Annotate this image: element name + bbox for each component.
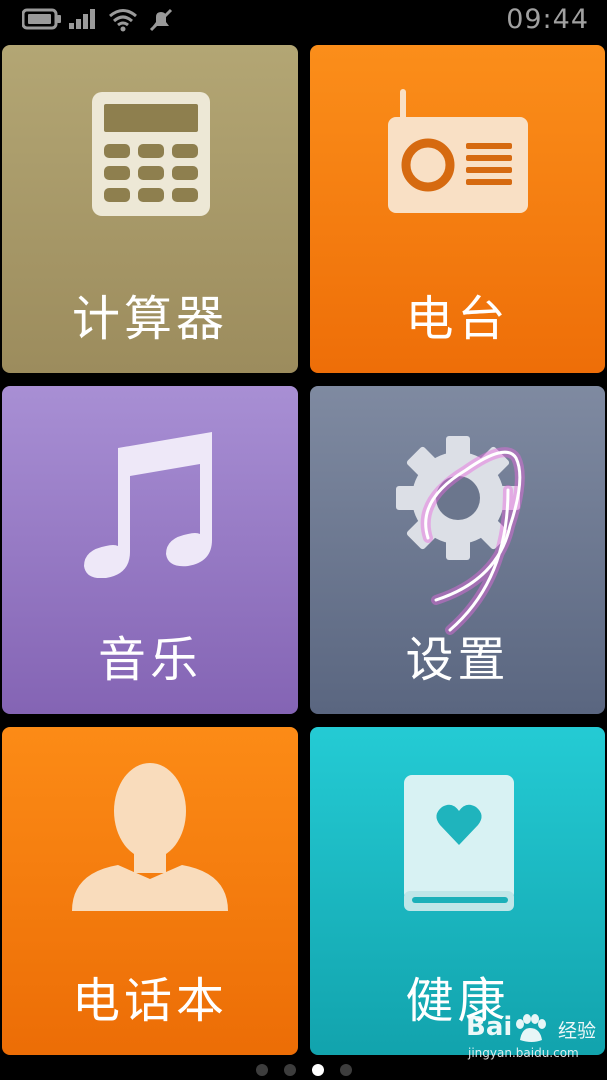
watermark-brand: Bai xyxy=(466,1012,513,1042)
status-bar: 09:44 xyxy=(0,0,607,40)
battery-icon xyxy=(21,8,62,34)
tile-label: 设置 xyxy=(405,632,510,688)
page-dot-3[interactable] xyxy=(312,1064,324,1076)
tile-music[interactable]: 音乐 xyxy=(2,386,298,714)
mute-icon xyxy=(148,8,174,36)
watermark-brand-cn: 经验 xyxy=(558,1020,597,1042)
tile-label: 计算器 xyxy=(71,291,228,347)
tile-contacts[interactable]: 电话本 xyxy=(2,727,298,1055)
wifi-icon xyxy=(108,8,138,36)
tile-settings[interactable]: 设置 xyxy=(310,386,605,714)
paw-icon xyxy=(512,1014,548,1048)
music-note-icon xyxy=(84,428,218,582)
tile-calculator[interactable]: 计算器 xyxy=(2,45,298,373)
tile-label: 电台 xyxy=(405,291,510,347)
status-time: 09:44 xyxy=(506,4,589,35)
tile-health[interactable]: 健康 xyxy=(310,727,605,1055)
page-dot-4[interactable] xyxy=(340,1064,352,1076)
tile-label: 电话本 xyxy=(71,973,228,1029)
page-dot-1[interactable] xyxy=(256,1064,268,1076)
radio-icon xyxy=(386,89,536,223)
health-book-icon xyxy=(402,773,518,917)
contact-person-icon xyxy=(70,761,230,917)
calculator-icon xyxy=(90,90,214,224)
baidu-jingyan-watermark: Bai 经验 jingyan.baidu.com xyxy=(462,1012,607,1068)
watermark-url: jingyan.baidu.com xyxy=(468,1046,579,1060)
tile-radio[interactable]: 电台 xyxy=(310,45,605,373)
tile-label: 音乐 xyxy=(97,632,202,688)
signal-icon xyxy=(68,8,98,34)
page-dot-2[interactable] xyxy=(284,1064,296,1076)
